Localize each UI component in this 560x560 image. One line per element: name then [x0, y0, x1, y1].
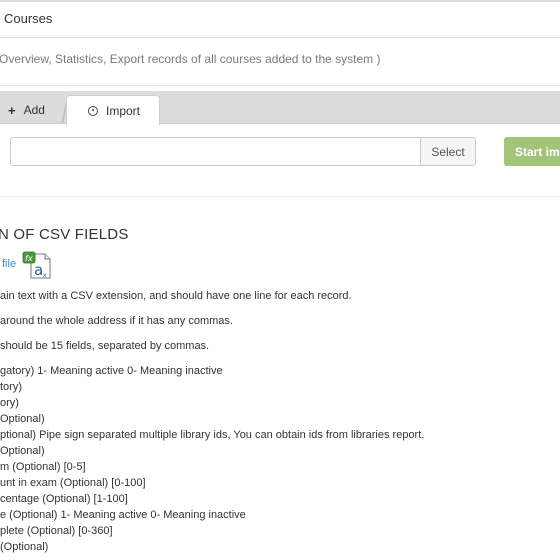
csv-field-line: tory) — [0, 381, 22, 393]
csv-field-line: Optional) — [0, 413, 45, 425]
file-path-input[interactable] — [10, 137, 422, 166]
csv-field-line: (Optional) — [0, 541, 49, 553]
csv-rule-line: ain text with a CSV extension, and shoul… — [0, 290, 352, 302]
svg-text:a: a — [34, 261, 43, 279]
tab-add-label: Add — [23, 103, 45, 117]
form-divider — [0, 196, 560, 197]
plus-icon: + — [8, 102, 16, 118]
subtitle-divider — [0, 85, 560, 86]
import-icon — [88, 105, 98, 116]
excel-file-icon[interactable]: a x fx — [22, 251, 52, 279]
start-import-button[interactable]: Start imp — [504, 137, 560, 166]
csv-field-line: centage (Optional) [1-100] — [0, 493, 128, 505]
csv-rule-line: should be 15 fields, separated by commas… — [0, 340, 210, 352]
top-border — [0, 0, 560, 2]
csv-field-line: gatory) 1- Meaning active 0- Meaning ina… — [0, 365, 223, 377]
page-subtitle: Overview, Statistics, Export records of … — [0, 52, 381, 66]
section-title: N OF CSV FIELDS — [0, 226, 129, 243]
sample-file-link[interactable]: file — [2, 258, 16, 270]
csv-field-line: plete (Optional) [0-360] — [0, 525, 113, 537]
tab-import[interactable]: Import — [66, 95, 160, 125]
csv-rule-line: around the whole address if it has any c… — [0, 315, 233, 327]
tab-import-label: Import — [106, 103, 141, 118]
csv-field-line: unt in exam (Optional) [0-100] — [0, 477, 146, 489]
page-title: Courses — [4, 11, 53, 26]
csv-field-line: ory) — [0, 397, 19, 409]
svg-text:x: x — [43, 272, 47, 279]
svg-text:fx: fx — [25, 254, 33, 263]
csv-field-line: m (Optional) [0-5] — [0, 461, 86, 473]
tab-bar: + Add Import — [0, 91, 560, 125]
csv-field-line: Optional) — [0, 445, 45, 457]
title-divider — [0, 37, 560, 38]
csv-field-line: e (Optional) 1- Meaning active 0- Meanin… — [0, 509, 246, 521]
tab-add[interactable]: + Add — [0, 95, 62, 125]
csv-field-line: ptional) Pipe sign separated multiple li… — [0, 429, 425, 441]
select-file-button[interactable]: Select — [420, 137, 476, 166]
